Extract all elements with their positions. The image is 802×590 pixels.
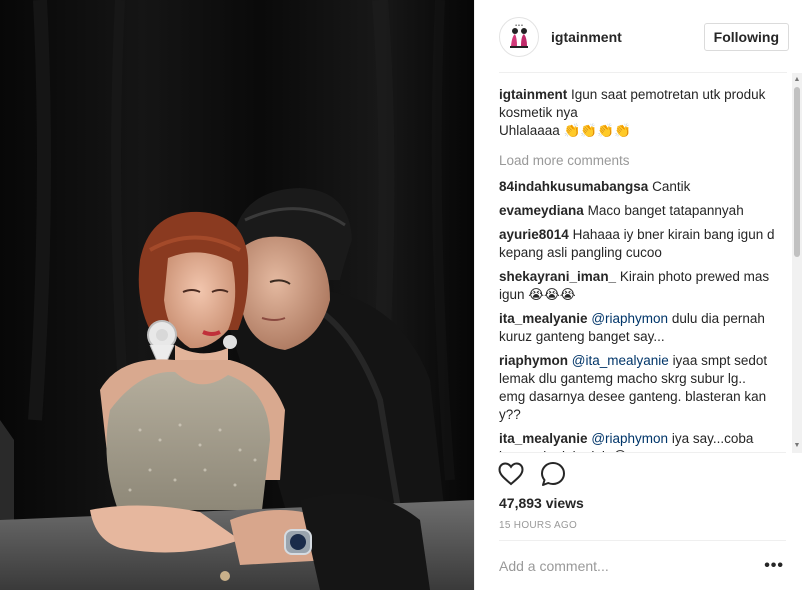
comment-username[interactable]: shekayrani_iman_ — [499, 269, 616, 284]
comment-username[interactable]: ita_mealyanie — [499, 311, 588, 326]
load-more-comments-link[interactable]: Load more comments — [499, 152, 775, 170]
post-timestamp[interactable]: 15 HOURS AGO — [499, 520, 577, 531]
comment-username[interactable]: evameydiana — [499, 203, 584, 218]
list-item: 84indahkusumabangsa Cantik — [499, 178, 775, 196]
comment-mention[interactable]: @riaphymon — [591, 311, 668, 326]
comment-button[interactable] — [539, 460, 567, 488]
comment-mention[interactable]: @riaphymon — [591, 431, 668, 446]
post-photo — [0, 0, 474, 590]
list-item: ayurie8014 Hahaaa iy bner kirain bang ig… — [499, 226, 775, 262]
post-username[interactable]: igtainment — [551, 29, 704, 45]
comments-scrollbar[interactable]: ▲ ▼ — [792, 73, 802, 453]
comment-username[interactable]: igtainment — [499, 87, 567, 102]
view-count: 47,893 views — [499, 495, 584, 511]
caption: igtainment Igun saat pemotretan utk prod… — [499, 86, 775, 140]
list-item: ita_mealyanie @riaphymon dulu dia pernah… — [499, 310, 775, 346]
following-button[interactable]: Following — [703, 22, 789, 51]
scroll-down-arrow-icon[interactable]: ▼ — [793, 441, 801, 451]
comments-list[interactable]: igtainment Igun saat pemotretan utk prod… — [499, 86, 775, 452]
like-button[interactable] — [497, 460, 525, 488]
comment-text: Cantik — [652, 179, 691, 194]
scrollbar-thumb[interactable] — [794, 87, 800, 257]
action-bar — [497, 460, 567, 488]
post-media[interactable] — [0, 0, 474, 590]
comment-bubble-icon — [541, 462, 565, 486]
comment-username[interactable]: ayurie8014 — [499, 227, 569, 242]
comment-mention[interactable]: @ita_mealyanie — [572, 353, 669, 368]
list-item: shekayrani_iman_ Kirain photo prewed mas… — [499, 268, 775, 304]
heart-icon — [498, 462, 524, 486]
actions-divider — [499, 452, 786, 453]
comment-text: Maco banget tatapannyah — [587, 203, 744, 218]
comment-username[interactable]: riaphymon — [499, 353, 568, 368]
scroll-up-arrow-icon[interactable]: ▲ — [793, 75, 801, 85]
comment-divider — [499, 540, 786, 541]
profile-logo-icon: ••• — [503, 20, 535, 53]
caption-text-2: Uhlalaaaa 👏👏👏👏 — [499, 123, 631, 138]
comment-username[interactable]: ita_mealyanie — [499, 431, 588, 446]
comment-username[interactable]: 84indahkusumabangsa — [499, 179, 648, 194]
svg-text:•••: ••• — [515, 23, 524, 29]
post-header: ••• igtainment Following — [475, 0, 802, 73]
list-item: evameydiana Maco banget tatapannyah — [499, 202, 775, 220]
list-item: riaphymon @ita_mealyanie iyaa smpt sedot… — [499, 352, 775, 424]
add-comment-input[interactable] — [499, 558, 749, 574]
list-item: ita_mealyanie @riaphymon iya say...coba … — [499, 430, 775, 452]
avatar[interactable]: ••• — [499, 16, 539, 57]
post-info-panel: ••• igtainment Following igtainment Igun… — [474, 0, 802, 590]
more-options-icon[interactable]: ••• — [764, 558, 784, 574]
header-divider — [499, 72, 787, 73]
